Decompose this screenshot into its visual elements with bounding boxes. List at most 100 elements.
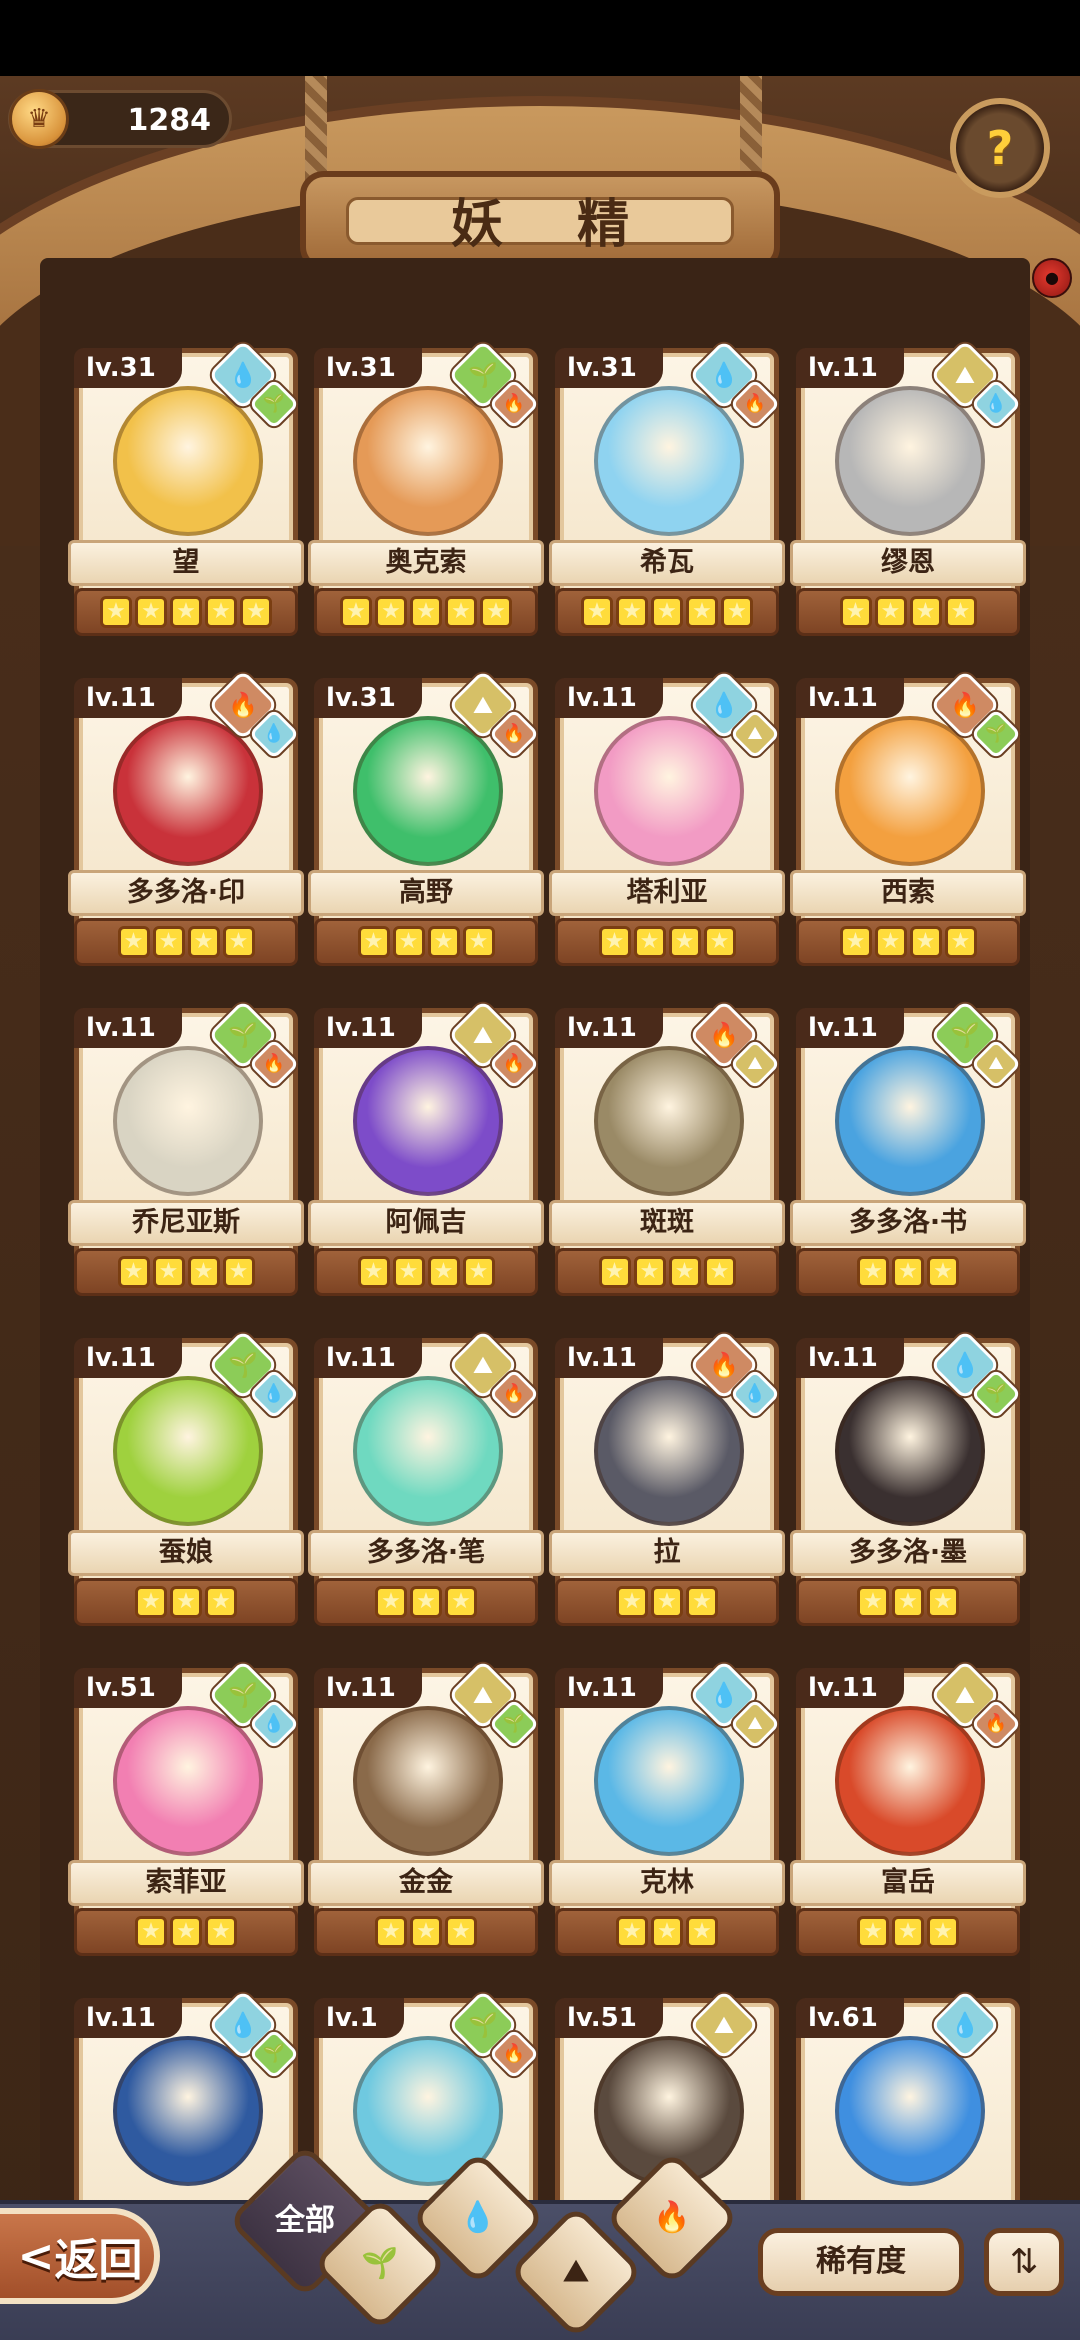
star-icon: ★: [392, 926, 425, 958]
fairy-card[interactable]: lv.11 ⛰ 🔥 富岳 ★ ★ ★: [790, 1659, 1026, 1960]
fairy-portrait: [353, 386, 503, 536]
star-icon: ★: [187, 1256, 220, 1288]
question-mark-icon: ?: [986, 121, 1014, 175]
star-icon: ★: [651, 1586, 683, 1618]
star-icon: ★: [686, 1586, 718, 1618]
fairy-card[interactable]: lv.51 🌱 💧 索菲亚 ★ ★ ★: [68, 1659, 304, 1960]
star-icon: ★: [944, 926, 977, 958]
fairy-card[interactable]: lv.1 🌱 🔥: [308, 1990, 544, 2200]
star-icon: ★: [598, 926, 631, 958]
star-rating: ★ ★ ★ ★: [555, 918, 779, 966]
fairy-card[interactable]: lv.31 💧 🌱 望 ★ ★ ★ ★ ★: [68, 339, 304, 640]
fairy-card[interactable]: lv.11 🌱 💧 蚕娘 ★ ★ ★: [68, 1329, 304, 1630]
star-icon: ★: [651, 596, 683, 628]
star-rating: ★ ★ ★ ★: [796, 918, 1020, 966]
fairy-name: 多多洛·书: [790, 1200, 1026, 1246]
ladybug-icon[interactable]: ●: [1032, 258, 1072, 298]
fairy-card[interactable]: lv.11 ⛰ 🌱 金金 ★ ★ ★: [308, 1659, 544, 1960]
star-icon: ★: [410, 1916, 442, 1948]
star-rating: ★ ★ ★: [555, 1578, 779, 1626]
star-icon: ★: [117, 1256, 150, 1288]
level-badge: lv.11: [314, 1008, 422, 1048]
fairy-portrait: [594, 386, 744, 536]
star-icon: ★: [222, 926, 255, 958]
fairy-portrait: [113, 716, 263, 866]
fairy-name: 缪恩: [790, 540, 1026, 586]
star-icon: ★: [686, 1916, 718, 1948]
star-rating: ★ ★ ★ ★ ★: [314, 588, 538, 636]
fairy-card[interactable]: lv.11 💧 🌱: [68, 1990, 304, 2200]
fairy-card[interactable]: lv.11 🔥 🌱 西索 ★ ★ ★ ★: [790, 669, 1026, 970]
star-rating: ★ ★ ★ ★: [74, 918, 298, 966]
level-badge: lv.11: [314, 1338, 422, 1378]
fairy-card[interactable]: lv.11 💧 ⛰ 克林 ★ ★ ★: [549, 1659, 785, 1960]
fairy-card[interactable]: lv.31 ⛰ 🔥 高野 ★ ★ ★ ★: [308, 669, 544, 970]
star-icon: ★: [703, 926, 736, 958]
sort-icon: ⇅: [1009, 2242, 1039, 2282]
star-icon: ★: [340, 596, 372, 628]
rarity-sort-button[interactable]: 稀有度: [758, 2228, 964, 2296]
fairy-portrait: [113, 1706, 263, 1856]
level-badge: lv.11: [796, 678, 904, 718]
fairy-card[interactable]: lv.11 ⛰ 💧 缪恩 ★ ★ ★ ★: [790, 339, 1026, 640]
fairy-card[interactable]: lv.11 🔥 💧 拉 ★ ★ ★: [549, 1329, 785, 1630]
star-rating: ★ ★ ★: [314, 1578, 538, 1626]
star-icon: ★: [170, 596, 202, 628]
fairy-name: 多多洛·墨: [790, 1530, 1026, 1576]
fairy-portrait: [113, 1046, 263, 1196]
star-icon: ★: [839, 596, 872, 628]
star-icon: ★: [170, 1586, 202, 1618]
fairy-name: 斑斑: [549, 1200, 785, 1246]
star-rating: ★ ★ ★: [796, 1908, 1020, 1956]
status-bar-area: [0, 0, 1080, 76]
star-icon: ★: [668, 926, 701, 958]
level-badge: lv.31: [555, 348, 663, 388]
fairy-card[interactable]: lv.11 💧 🌱 多多洛·墨 ★ ★ ★: [790, 1329, 1026, 1630]
mountain-icon: ⛰: [563, 2254, 589, 2289]
fairy-card[interactable]: lv.61 💧: [790, 1990, 1026, 2200]
fairy-card[interactable]: lv.11 💧 ⛰ 塔利亚 ★ ★ ★ ★: [549, 669, 785, 970]
level-badge: lv.11: [796, 348, 904, 388]
fairy-card[interactable]: lv.11 🔥 ⛰ 斑斑 ★ ★ ★ ★: [549, 999, 785, 1300]
help-button[interactable]: ?: [950, 98, 1050, 198]
level-badge: lv.11: [74, 678, 182, 718]
star-icon: ★: [839, 926, 872, 958]
star-icon: ★: [100, 596, 132, 628]
level-badge: lv.31: [314, 678, 422, 718]
star-rating: ★ ★ ★ ★: [74, 1248, 298, 1296]
star-icon: ★: [392, 1256, 425, 1288]
fairy-name: 拉: [549, 1530, 785, 1576]
fairy-card[interactable]: lv.11 🌱 🔥 乔尼亚斯 ★ ★ ★ ★: [68, 999, 304, 1300]
back-button[interactable]: < 返回: [0, 2208, 160, 2304]
star-icon: ★: [651, 1916, 683, 1948]
star-rating: ★ ★ ★ ★ ★: [555, 588, 779, 636]
star-icon: ★: [927, 1586, 959, 1618]
star-rating: ★ ★ ★ ★: [314, 1248, 538, 1296]
fairy-card[interactable]: lv.11 🌱 ⛰ 多多洛·书 ★ ★ ★: [790, 999, 1026, 1300]
star-icon: ★: [135, 1916, 167, 1948]
star-icon: ★: [462, 926, 495, 958]
star-icon: ★: [480, 596, 512, 628]
fairy-portrait: [594, 1376, 744, 1526]
fairy-portrait: [353, 1706, 503, 1856]
fairy-name: 蚕娘: [68, 1530, 304, 1576]
sort-order-button[interactable]: ⇅: [984, 2228, 1064, 2296]
fairy-card[interactable]: lv.11 ⛰ 🔥 多多洛·笔 ★ ★ ★: [308, 1329, 544, 1630]
star-icon: ★: [857, 1916, 889, 1948]
fairy-card[interactable]: lv.31 🌱 🔥 奥克索 ★ ★ ★ ★ ★: [308, 339, 544, 640]
level-badge: lv.31: [74, 348, 182, 388]
star-icon: ★: [445, 1586, 477, 1618]
star-icon: ★: [703, 1256, 736, 1288]
star-icon: ★: [892, 1586, 924, 1618]
level-badge: lv.11: [74, 1338, 182, 1378]
fairy-name: 西索: [790, 870, 1026, 916]
fairy-card[interactable]: lv.11 🔥 💧 多多洛·印 ★ ★ ★ ★: [68, 669, 304, 970]
fairy-name: 金金: [308, 1860, 544, 1906]
level-badge: lv.11: [796, 1008, 904, 1048]
fairy-card[interactable]: lv.11 ⛰ 🔥 阿佩吉 ★ ★ ★ ★: [308, 999, 544, 1300]
star-icon: ★: [616, 1916, 648, 1948]
fairy-name: 望: [68, 540, 304, 586]
star-icon: ★: [633, 1256, 666, 1288]
fairy-portrait: [113, 1376, 263, 1526]
fairy-card[interactable]: lv.31 💧 🔥 希瓦 ★ ★ ★ ★ ★: [549, 339, 785, 640]
